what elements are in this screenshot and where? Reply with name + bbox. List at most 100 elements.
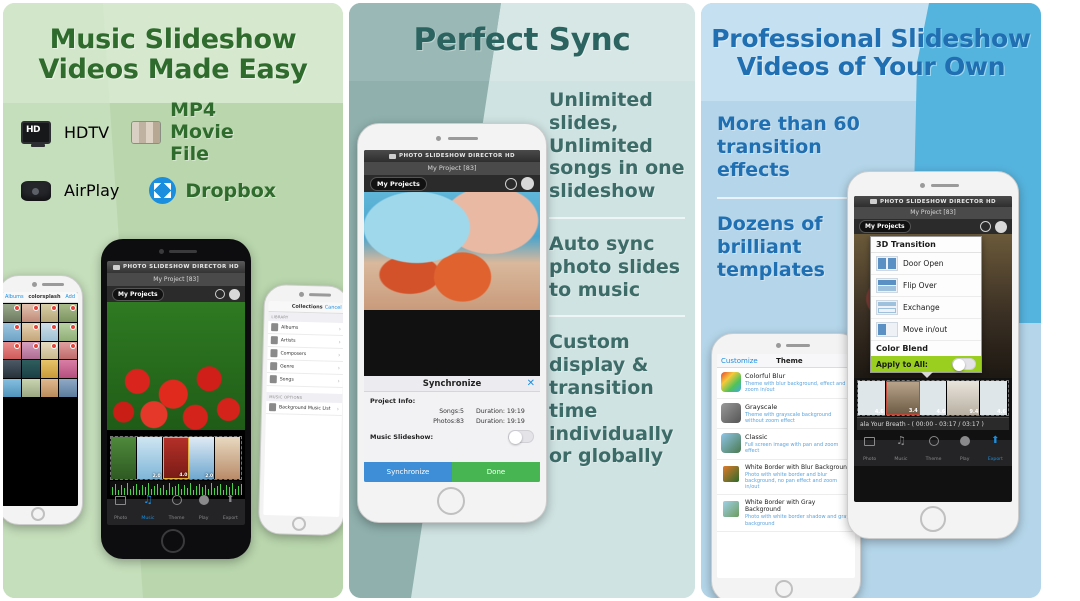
tab-play[interactable]: Play (959, 436, 970, 464)
photo-icon (115, 496, 127, 506)
phone-main-editor: PHOTO SLIDESHOW DIRECTOR HD My Project [… (101, 239, 251, 559)
tab-music[interactable]: ♫ Music (894, 435, 907, 464)
gear-icon[interactable] (229, 288, 240, 300)
clip-duration: 2.0 (205, 474, 214, 479)
transition-dropdown[interactable]: 3D Transition Door Open Flip Over Exchan… (870, 236, 982, 378)
phone-music-collections: Collections Cancel LIBRARY Albums › Artis… (257, 283, 343, 537)
dialog-buttons[interactable]: Synchronize Done (364, 462, 540, 482)
panel-music-slideshow: Music Slideshow Videos Made Easy HDTV MP… (3, 3, 343, 598)
timeline-strip[interactable]: 4.6 3.4 4.6 9.4 4.6 (857, 380, 1009, 416)
clip-duration: 4.6 (936, 409, 946, 415)
timeline-clip[interactable]: 4.6 (919, 381, 948, 415)
customize-button[interactable]: Customize (721, 357, 758, 365)
tab-photo[interactable]: Photo (863, 437, 876, 464)
tab-play[interactable]: Play (198, 495, 209, 523)
tab-photo[interactable]: Photo (114, 496, 127, 523)
theme-item[interactable]: White Border with Gray Background Photo … (717, 495, 855, 532)
dropdown-item[interactable]: Door Open (871, 253, 981, 275)
audio-waveform[interactable] (110, 481, 242, 495)
song-info-bar[interactable]: ala Your Breath - ( 00:00 - 03:17 / 03:1… (857, 417, 1009, 430)
hdtv-icon (21, 120, 51, 147)
timeline-clip-selected[interactable]: 4.0 (162, 437, 190, 479)
music-slideshow-toggle[interactable] (508, 430, 534, 444)
theme-item[interactable]: White Border with Blur Background Photo … (717, 459, 855, 496)
mp4-film-icon (131, 120, 162, 144)
phone-photo-picker: Albums colorsplash Add (3, 275, 83, 525)
add-photos-button[interactable]: Add (65, 294, 75, 300)
song-icon (269, 375, 277, 384)
chevron-right-icon: › (337, 377, 340, 385)
home-button[interactable] (161, 529, 185, 553)
dropdown-item[interactable]: Flip Over (871, 275, 981, 297)
close-icon[interactable]: ✕ (527, 377, 535, 391)
apply-to-all-toggle[interactable] (952, 358, 976, 371)
editor-tab-bar[interactable]: Photo ♫ Music Theme Play ⬆ Export (107, 494, 245, 525)
dropdown-item-label: Move in/out (903, 325, 948, 334)
timeline-clip[interactable]: 4.6 (980, 381, 1009, 415)
sync-screen: PHOTO SLIDESHOW DIRECTOR HD My Project [… (364, 150, 540, 482)
toggle-knob (509, 431, 522, 444)
home-button[interactable] (775, 580, 793, 598)
theme-item[interactable]: Grayscale Theme with grayscale backgroun… (717, 398, 855, 429)
albums-back-button[interactable]: Albums (5, 294, 24, 300)
tab-music[interactable]: ♫ Music (141, 494, 154, 523)
editor-tab-bar[interactable]: Photo ♫ Music Theme Play ⬆ Export (854, 435, 1012, 466)
cancel-button[interactable]: Cancel (325, 305, 342, 311)
app-name: PHOTO SLIDESHOW DIRECTOR HD (123, 264, 239, 270)
palette-icon (171, 495, 182, 506)
theme-item[interactable]: Colorful Blur Theme with blur background… (717, 368, 855, 399)
tab-theme[interactable]: Theme (926, 436, 941, 464)
theme-thumbnail (721, 463, 741, 484)
timeline-clip[interactable]: 9.4 (947, 381, 981, 415)
timeline-clip[interactable] (111, 437, 137, 479)
apply-to-all-row[interactable]: Apply to All: (871, 356, 981, 372)
list-item[interactable]: Background Music List › (265, 401, 343, 416)
camera-app-icon (113, 264, 121, 270)
dropdown-item[interactable]: Move in/out (871, 319, 981, 341)
synchronize-button[interactable]: Synchronize (364, 462, 452, 482)
export-icon: ⬆ (226, 494, 235, 506)
app-title-bar: PHOTO SLIDESHOW DIRECTOR HD (854, 196, 1012, 207)
home-button[interactable] (920, 506, 946, 532)
timer-icon[interactable] (505, 177, 517, 190)
app-name: PHOTO SLIDESHOW DIRECTOR HD (399, 153, 515, 159)
panel1-headline-line1: Music Slideshow (49, 24, 297, 55)
divider (717, 196, 847, 199)
bullet-2: Dozens of brilliant templates (717, 212, 825, 281)
project-title: My Project [83] (107, 273, 245, 286)
my-projects-button[interactable]: My Projects (859, 220, 911, 233)
dropdown-item[interactable]: Exchange (871, 297, 981, 319)
nav-icons (505, 177, 534, 190)
synchronize-dialog: Synchronize ✕ Project Info: Songs:5 Dura… (364, 376, 540, 482)
timeline-clip[interactable]: 4.6 (858, 381, 886, 415)
chevron-right-icon: › (337, 351, 341, 359)
photo-grid[interactable] (3, 303, 78, 398)
gear-icon[interactable] (995, 220, 1007, 233)
done-button[interactable]: Done (452, 462, 540, 482)
list-item-label: Composers (280, 350, 307, 357)
gear-icon[interactable] (521, 177, 534, 190)
timeline-clip[interactable] (215, 437, 241, 479)
home-button[interactable] (437, 487, 465, 515)
list-item[interactable]: Songs › (266, 373, 343, 389)
timeline-strip[interactable]: 2.0 4.0 2.0 (110, 436, 242, 480)
timeline-clip-selected[interactable]: 3.4 (885, 381, 920, 415)
collections-title: Collections (291, 303, 323, 311)
timeline-transition[interactable]: 2.0 (136, 437, 163, 479)
timer-icon[interactable] (980, 221, 991, 232)
theme-item[interactable]: Classic Full screen image with pan and z… (717, 429, 855, 460)
tab-theme[interactable]: Theme (169, 495, 184, 523)
camera-app-icon (870, 199, 878, 204)
home-button[interactable] (291, 516, 307, 532)
play-icon (198, 495, 209, 506)
timeline-transition[interactable]: 2.0 (189, 437, 216, 479)
panel1-headline: Music Slideshow Videos Made Easy (3, 24, 343, 85)
timer-icon[interactable] (215, 289, 225, 299)
my-projects-button[interactable]: My Projects (112, 287, 164, 301)
tab-export[interactable]: ⬆ Export (223, 495, 238, 523)
home-button[interactable] (31, 507, 45, 521)
dropdown-item-label: Exchange (903, 303, 940, 312)
tab-export[interactable]: ⬆ Export (988, 436, 1003, 464)
my-projects-button[interactable]: My Projects (370, 176, 427, 191)
camera-icon (298, 291, 305, 297)
